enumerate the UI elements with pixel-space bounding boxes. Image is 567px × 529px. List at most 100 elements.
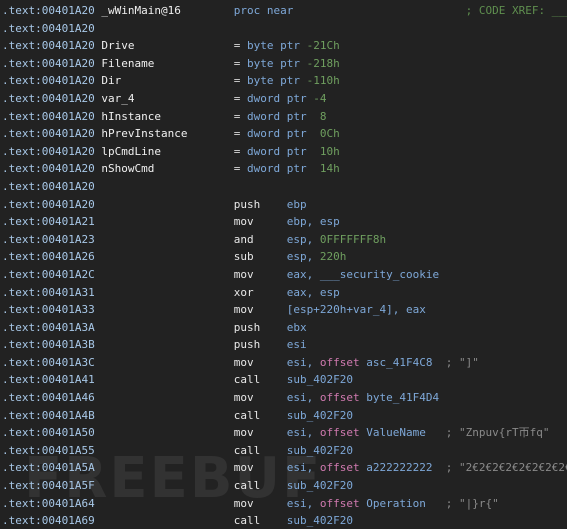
disassembly-line[interactable]: .text:00401A21 mov ebp, esp bbox=[2, 213, 567, 231]
line-address: .text:00401A20 bbox=[2, 56, 102, 70]
disassembly-line[interactable]: .text:00401A64 mov esi, offset Operation… bbox=[2, 495, 567, 513]
equals-sign: = bbox=[233, 127, 248, 141]
offset-keyword: offset bbox=[319, 426, 367, 440]
call-target-symbol: sub_402F20 bbox=[286, 479, 354, 493]
line-address: .text:00401A5F bbox=[2, 479, 102, 493]
line-address: .text:00401A31 bbox=[2, 285, 102, 299]
disassembly-line[interactable]: .text:00401A2C mov eax, ___security_cook… bbox=[2, 266, 567, 284]
disassembly-line[interactable]: .text:00401A20 bbox=[2, 178, 567, 196]
operand-symbol: Operation bbox=[366, 496, 440, 510]
line-address: .text:00401A33 bbox=[2, 303, 102, 317]
operand-symbol: ___security_cookie bbox=[319, 267, 440, 281]
operand-register: esp, bbox=[286, 250, 320, 264]
local-var-name: var_4 bbox=[101, 91, 234, 105]
equals-sign: = bbox=[233, 91, 248, 105]
call-target-symbol: sub_402F20 bbox=[286, 373, 354, 387]
line-address: .text:00401A20 bbox=[2, 197, 102, 211]
disassembly-line[interactable]: .text:00401A20 lpCmdLine = dword ptr 10h bbox=[2, 143, 567, 161]
disassembly-line[interactable]: .text:00401A20 Drive = byte ptr -21Ch bbox=[2, 37, 567, 55]
disassembly-line[interactable]: .text:00401A20 Filename = byte ptr -218h bbox=[2, 55, 567, 73]
disassembly-line[interactable]: .text:00401A20 Dir = byte ptr -110h bbox=[2, 72, 567, 90]
operand-register: esi, bbox=[286, 496, 320, 510]
mnemonic: sub bbox=[233, 250, 287, 264]
var-type: dword ptr bbox=[247, 109, 314, 123]
var-offset-value: 0Ch bbox=[313, 127, 340, 141]
disassembly-line[interactable]: .text:00401A20 nShowCmd = dword ptr 14h bbox=[2, 160, 567, 178]
line-address: .text:00401A20 bbox=[2, 144, 102, 158]
line-address: .text:00401A50 bbox=[2, 426, 102, 440]
mnemonic: call bbox=[233, 479, 287, 493]
operand-register: ebx bbox=[286, 320, 307, 334]
mnemonic: mov bbox=[233, 355, 287, 369]
mnemonic: mov bbox=[233, 267, 287, 281]
disassembly-listing[interactable]: .text:00401A20 _wWinMain@16 proc near ; … bbox=[0, 0, 567, 529]
disassembly-line[interactable]: .text:00401A23 and esp, 0FFFFFFF8h bbox=[2, 231, 567, 249]
disassembly-line[interactable]: .text:00401A46 mov esi, offset byte_41F4… bbox=[2, 389, 567, 407]
mnemonic: push bbox=[233, 197, 287, 211]
line-address: .text:00401A20 bbox=[2, 127, 102, 141]
ida-disassembly-window: FREEBUF .text:00401A20 _wWinMain@16 proc… bbox=[0, 0, 567, 529]
disassembly-line[interactable]: .text:00401A69 call sub_402F20 bbox=[2, 512, 567, 529]
disassembly-line[interactable]: .text:00401A55 call sub_402F20 bbox=[2, 442, 567, 460]
proc-keyword: proc near bbox=[233, 4, 466, 17]
call-target-symbol: sub_402F20 bbox=[286, 443, 354, 457]
disassembly-line[interactable]: .text:00401A4B call sub_402F20 bbox=[2, 407, 567, 425]
operand-register: esi, bbox=[286, 426, 320, 440]
string-comment: ; "2€2€2€2€2€2€2€2€" bbox=[439, 461, 567, 475]
line-address: .text:00401A4B bbox=[2, 408, 102, 422]
disassembly-line[interactable]: .text:00401A20 _wWinMain@16 proc near ; … bbox=[2, 2, 567, 20]
disassembly-line[interactable]: .text:00401A50 mov esi, offset ValueName… bbox=[2, 424, 567, 442]
operand-symbol: byte_41F4D4 bbox=[366, 391, 440, 405]
offset-keyword: offset bbox=[319, 496, 367, 510]
local-var-name: lpCmdLine bbox=[101, 144, 234, 158]
line-address: .text:00401A20 bbox=[2, 179, 102, 193]
local-var-name: hInstance bbox=[101, 109, 234, 123]
var-offset-value: -21Ch bbox=[306, 39, 340, 53]
equals-sign: = bbox=[233, 56, 248, 70]
line-address: .text:00401A23 bbox=[2, 232, 102, 246]
disassembly-line[interactable]: .text:00401A26 sub esp, 220h bbox=[2, 248, 567, 266]
equals-sign: = bbox=[233, 74, 248, 88]
mnemonic: call bbox=[233, 408, 287, 422]
disassembly-line[interactable]: .text:00401A20 hPrevInstance = dword ptr… bbox=[2, 125, 567, 143]
disassembly-line[interactable]: .text:00401A5A mov esi, offset a22222222… bbox=[2, 459, 567, 477]
disassembly-line[interactable]: .text:00401A20 push ebp bbox=[2, 196, 567, 214]
disassembly-line[interactable]: .text:00401A20 hInstance = dword ptr 8 bbox=[2, 108, 567, 126]
line-address: .text:00401A69 bbox=[2, 514, 102, 528]
disassembly-line[interactable]: .text:00401A31 xor eax, esp bbox=[2, 284, 567, 302]
operand-number: 220h bbox=[319, 250, 347, 264]
operand-register: esi, bbox=[286, 355, 320, 369]
disassembly-line[interactable]: .text:00401A5F call sub_402F20 bbox=[2, 477, 567, 495]
disassembly-line[interactable]: .text:00401A3C mov esi, offset asc_41F4C… bbox=[2, 354, 567, 372]
disassembly-line[interactable]: .text:00401A20 bbox=[2, 20, 567, 38]
string-comment: ; "|}r{" bbox=[439, 496, 499, 510]
disassembly-line[interactable]: .text:00401A33 mov [esp+220h+var_4], eax bbox=[2, 301, 567, 319]
line-address: .text:00401A64 bbox=[2, 496, 102, 510]
mnemonic: mov bbox=[233, 426, 287, 440]
string-comment: ; "]" bbox=[439, 355, 479, 369]
disassembly-line[interactable]: .text:00401A3B push esi bbox=[2, 336, 567, 354]
mnemonic: push bbox=[233, 338, 287, 352]
var-offset-value: 14h bbox=[313, 162, 340, 176]
var-offset-value: -218h bbox=[306, 56, 340, 70]
operand-register: [esp+220h+var_4], eax bbox=[286, 303, 426, 317]
equals-sign: = bbox=[233, 109, 248, 123]
operand-symbol: asc_41F4C8 bbox=[366, 355, 440, 369]
disassembly-line[interactable]: .text:00401A3A push ebx bbox=[2, 319, 567, 337]
disassembly-line[interactable]: .text:00401A41 call sub_402F20 bbox=[2, 371, 567, 389]
mnemonic: mov bbox=[233, 215, 287, 229]
mnemonic: call bbox=[233, 514, 287, 528]
operand-symbol: ValueName bbox=[366, 426, 440, 440]
disassembly-line[interactable]: .text:00401A20 var_4 = dword ptr -4 bbox=[2, 90, 567, 108]
local-var-name: Drive bbox=[101, 39, 234, 53]
mnemonic: call bbox=[233, 443, 287, 457]
mnemonic: mov bbox=[233, 461, 287, 475]
line-address: .text:00401A21 bbox=[2, 215, 102, 229]
local-var-name: Dir bbox=[101, 74, 234, 88]
line-address: .text:00401A20 bbox=[2, 109, 102, 123]
offset-keyword: offset bbox=[319, 391, 367, 405]
line-address: .text:00401A3C bbox=[2, 355, 102, 369]
line-address: .text:00401A20 bbox=[2, 4, 102, 17]
line-address: .text:00401A2C bbox=[2, 267, 102, 281]
line-address: .text:00401A55 bbox=[2, 443, 102, 457]
